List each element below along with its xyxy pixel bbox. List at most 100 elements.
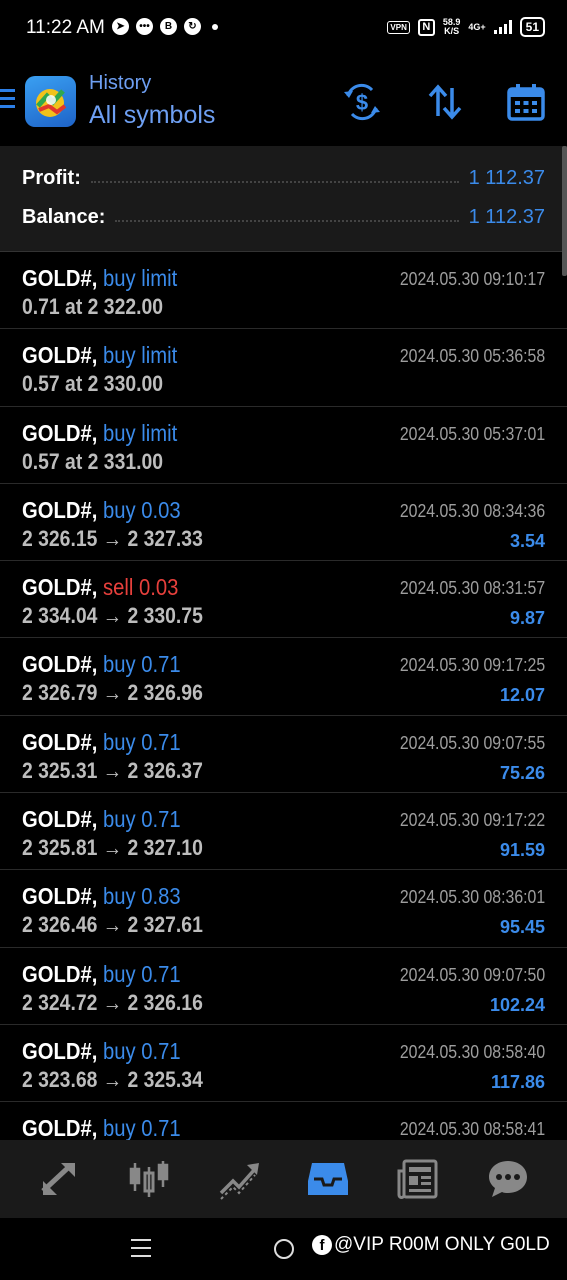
deal-symbol: GOLD#, buy limit bbox=[22, 342, 177, 369]
watermark: f @VIP R00M ONLY G0LD bbox=[312, 1234, 550, 1256]
deal-prices: 2 323.68 → 2 325.34 bbox=[22, 1066, 203, 1092]
deal-time: 2024.05.30 05:37:01 bbox=[399, 423, 545, 444]
deal-prices: 2 325.81 → 2 327.10 bbox=[22, 835, 203, 861]
deal-time: 2024.05.30 05:36:58 bbox=[399, 346, 545, 367]
watermark-text: @VIP R00M ONLY G0LD bbox=[334, 1234, 550, 1255]
deal-symbol: GOLD#, buy limit bbox=[22, 420, 177, 447]
tab-quotes[interactable] bbox=[35, 1155, 83, 1203]
deal-row[interactable]: GOLD#, buy 0.83 2 326.46 → 2 327.61 2024.0… bbox=[0, 870, 567, 948]
trade-icon bbox=[219, 1163, 259, 1200]
deal-type: sell 0.03 bbox=[102, 574, 179, 601]
tab-messages[interactable] bbox=[484, 1155, 532, 1203]
deal-row[interactable]: GOLD#, sell 0.03 2 334.04 → 2 330.75 2024.… bbox=[0, 561, 567, 639]
facebook-icon: f bbox=[312, 1235, 332, 1255]
deal-prices: 0.71 at 2 322.00 bbox=[22, 294, 164, 319]
deal-time: 2024.05.30 08:58:40 bbox=[399, 1041, 545, 1062]
deal-row[interactable]: GOLD#, buy 0.71 2 324.72 → 2 326.16 2024.0… bbox=[0, 947, 567, 1025]
telegram-icon: ➤ bbox=[112, 18, 129, 35]
vpn-icon: VPN bbox=[387, 20, 410, 34]
deal-row[interactable]: GOLD#, buy 0.71 2 325.31 → 2 326.37 2024.0… bbox=[0, 715, 567, 794]
deal-row[interactable]: GOLD#, buy 0.71 2024.05.30 08:58:41 bbox=[0, 1102, 567, 1140]
deal-row[interactable]: GOLD#, buy limit 0.71 at 2 322.00 2024.05.… bbox=[0, 252, 567, 330]
symbol-name: GOLD#, bbox=[22, 265, 98, 291]
deal-row[interactable]: GOLD#, buy 0.71 2 325.81 → 2 327.10 2024.0… bbox=[0, 793, 567, 871]
chart-icon bbox=[129, 1161, 168, 1197]
deal-symbol: GOLD#, buy 0.71 bbox=[22, 1038, 181, 1065]
tab-trade[interactable] bbox=[215, 1155, 263, 1203]
status-bar: 11:22 AM ➤ ••• B ↻ VPN N 58.9 K/S 4G+ 51 bbox=[0, 0, 567, 58]
deal-row[interactable]: GOLD#, buy limit 0.57 at 2 331.00 2024.05.… bbox=[0, 406, 567, 484]
deal-row[interactable]: GOLD#, buy 0.71 2 323.68 → 2 325.34 2024.0… bbox=[0, 1024, 567, 1103]
deal-symbol: GOLD#, buy 0.71 bbox=[22, 1115, 181, 1140]
deal-profit: 9.87 bbox=[509, 608, 545, 629]
deal-type: buy limit bbox=[102, 419, 178, 446]
deal-time: 2024.05.30 08:34:36 bbox=[399, 500, 545, 521]
system-nav-bar: f @VIP R00M ONLY G0LD bbox=[0, 1218, 567, 1280]
balance-value: 1 112.37 bbox=[468, 205, 545, 228]
deal-time: 2024.05.30 09:10:17 bbox=[399, 269, 545, 289]
deal-time: 2024.05.30 09:07:55 bbox=[399, 732, 545, 753]
symbol-name: GOLD#, bbox=[22, 496, 98, 523]
network-type: 4G+ bbox=[468, 22, 486, 32]
deal-prices: 0.57 at 2 330.00 bbox=[22, 371, 164, 397]
signal-icon bbox=[493, 20, 512, 34]
symbol-name: GOLD#, bbox=[22, 728, 98, 755]
dotted-leader bbox=[90, 181, 459, 183]
deal-symbol: GOLD#, sell 0.03 bbox=[22, 574, 178, 601]
deal-profit: 117.86 bbox=[490, 1071, 545, 1092]
deal-prices: 2 334.04 → 2 330.75 bbox=[22, 603, 203, 629]
deal-history-list[interactable]: GOLD#, buy limit 0.71 at 2 322.00 2024.05.… bbox=[0, 252, 567, 1140]
symbol-name: GOLD#, bbox=[22, 1115, 98, 1140]
deal-time: 2024.05.30 09:17:22 bbox=[399, 810, 545, 831]
nfc-icon: N bbox=[417, 18, 435, 36]
dotted-leader bbox=[115, 220, 459, 222]
deal-symbol: GOLD#, buy 0.71 bbox=[22, 806, 181, 833]
recent-apps-icon[interactable] bbox=[131, 1239, 151, 1263]
symbol-name: GOLD#, bbox=[22, 1037, 98, 1064]
calendar-icon bbox=[507, 84, 545, 121]
more-notifications-icon bbox=[212, 23, 218, 30]
deal-profit: 75.26 bbox=[499, 762, 545, 783]
news-icon bbox=[397, 1159, 438, 1199]
symbol-name: GOLD#, bbox=[22, 806, 98, 833]
symbol-name: GOLD#, bbox=[22, 960, 98, 987]
calendar-button[interactable] bbox=[506, 82, 546, 122]
deal-time: 2024.05.30 09:07:50 bbox=[399, 964, 545, 985]
deal-type: buy 0.71 bbox=[102, 806, 181, 833]
dollar-refresh-icon: $ bbox=[344, 83, 380, 121]
tab-news[interactable] bbox=[394, 1155, 442, 1203]
deal-prices: 2 326.46 → 2 327.61 bbox=[22, 912, 203, 938]
quotes-icon bbox=[41, 1163, 75, 1195]
deal-symbol: GOLD#, buy limit bbox=[22, 265, 177, 292]
deal-type: buy limit bbox=[102, 265, 178, 291]
sync-icon: ↻ bbox=[184, 18, 201, 35]
menu-icon[interactable] bbox=[0, 89, 15, 113]
sort-button[interactable] bbox=[425, 82, 465, 122]
svg-text:$: $ bbox=[356, 90, 368, 115]
scrollbar[interactable] bbox=[562, 146, 567, 276]
deal-profit: 91.59 bbox=[499, 840, 545, 861]
deal-symbol: GOLD#, buy 0.83 bbox=[22, 883, 181, 910]
deal-prices: 2 326.79 → 2 326.96 bbox=[22, 680, 203, 706]
metatrader-logo-icon bbox=[25, 76, 76, 127]
bottom-tab-bar bbox=[0, 1140, 567, 1218]
deal-profit: 3.54 bbox=[509, 530, 545, 551]
currency-toggle-button[interactable]: $ bbox=[342, 82, 382, 122]
network-speed: 58.9 K/S bbox=[443, 18, 461, 36]
deal-type: buy 0.71 bbox=[102, 960, 181, 987]
symbol-name: GOLD#, bbox=[22, 419, 98, 446]
deal-profit: 102.24 bbox=[489, 994, 545, 1015]
header-title[interactable]: All symbols bbox=[89, 101, 215, 130]
deal-row[interactable]: GOLD#, buy 0.71 2 326.79 → 2 326.96 2024.0… bbox=[0, 638, 567, 716]
deal-row[interactable]: GOLD#, buy 0.03 2 326.15 → 2 327.33 2024.0… bbox=[0, 483, 567, 562]
home-icon[interactable] bbox=[274, 1239, 294, 1259]
deal-prices: 0.57 at 2 331.00 bbox=[22, 448, 164, 474]
header-subtitle: History bbox=[89, 72, 152, 94]
account-summary: Profit: 1 112.37 Balance: 1 112.37 bbox=[0, 146, 567, 252]
tab-chart[interactable] bbox=[125, 1155, 173, 1203]
deal-type: buy 0.71 bbox=[102, 1037, 181, 1064]
deal-row[interactable]: GOLD#, buy limit 0.57 at 2 330.00 2024.05.… bbox=[0, 329, 567, 407]
deal-prices: 2 326.15 → 2 327.33 bbox=[22, 525, 203, 551]
deal-symbol: GOLD#, buy 0.71 bbox=[22, 961, 181, 988]
tab-history[interactable] bbox=[304, 1155, 352, 1203]
